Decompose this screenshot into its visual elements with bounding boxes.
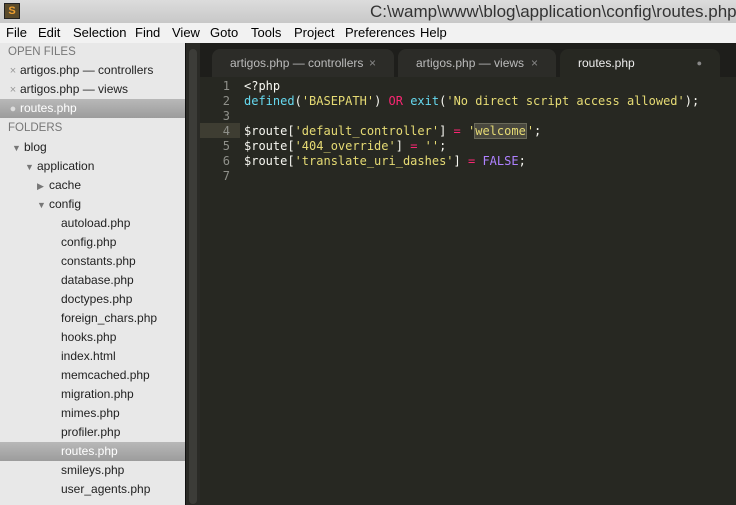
folder-cache[interactable]: ▶ cache — [0, 176, 185, 195]
folder-label: blog — [24, 140, 47, 154]
file-item[interactable]: foreign_chars.php — [0, 309, 185, 328]
title-bar: S C:\wamp\www\blog\application\config\ro… — [0, 0, 736, 23]
tab-bar: artigos.php — controllers × artigos.php —… — [200, 43, 736, 77]
open-file-label: routes.php — [20, 101, 77, 115]
line-number: 5 — [222, 139, 230, 153]
line-number: 4 — [222, 124, 230, 138]
menu-preferences[interactable]: Preferences — [345, 25, 415, 40]
menu-project[interactable]: Project — [294, 25, 334, 40]
file-item[interactable]: profiler.php — [0, 423, 185, 442]
menu-file[interactable]: File — [6, 25, 27, 40]
line-number: 6 — [222, 154, 230, 168]
expanded-arrow-icon: ▼ — [12, 143, 21, 153]
dirty-dot-icon[interactable]: ● — [697, 49, 702, 77]
window-title: C:\wamp\www\blog\application\config\rout… — [370, 2, 736, 21]
file-item[interactable]: doctypes.php — [0, 290, 185, 309]
expanded-arrow-icon: ▼ — [37, 200, 46, 210]
menu-help[interactable]: Help — [420, 25, 447, 40]
code-line-4: $route['default_controller'] = 'welcome'… — [244, 123, 542, 139]
line-number: 7 — [222, 169, 230, 183]
menu-tools[interactable]: Tools — [251, 25, 281, 40]
menu-selection[interactable]: Selection — [73, 25, 126, 40]
code-editor[interactable]: 1234567 <?php defined('BASEPATH') OR exi… — [200, 77, 736, 505]
file-item[interactable]: migration.php — [0, 385, 185, 404]
folders-header: FOLDERS — [8, 122, 63, 134]
open-files-header: OPEN FILES — [8, 46, 76, 58]
file-item[interactable]: config.php — [0, 233, 185, 252]
menu-bar: File Edit Selection Find View Goto Tools… — [0, 23, 736, 43]
tab-label: artigos.php — views — [416, 56, 525, 70]
collapsed-arrow-icon: ▶ — [37, 181, 44, 191]
open-file-label: artigos.php — controllers — [20, 63, 154, 77]
code-line-5: $route['404_override'] = ''; — [244, 139, 447, 153]
close-icon[interactable]: × — [369, 49, 376, 77]
folder-label: config — [49, 197, 82, 211]
folder-config[interactable]: ▼ config — [0, 195, 185, 214]
tab-label: artigos.php — controllers — [230, 56, 364, 70]
sidebar: OPEN FILES × artigos.php — controllers × a… — [0, 43, 185, 505]
close-icon[interactable]: × — [6, 62, 20, 81]
menu-goto[interactable]: Goto — [210, 25, 238, 40]
menu-edit[interactable]: Edit — [38, 25, 60, 40]
file-item[interactable]: autoload.php — [0, 214, 185, 233]
code-line-6: $route['translate_uri_dashes'] = FALSE; — [244, 154, 526, 168]
text-cursor: ' — [525, 124, 535, 138]
open-file-item-active[interactable]: ● routes.php — [0, 99, 185, 118]
open-file-item[interactable]: × artigos.php — controllers — [0, 61, 185, 80]
file-item[interactable]: routes.php — [0, 442, 185, 461]
tab-routes[interactable]: routes.php ● — [560, 49, 720, 77]
open-file-item[interactable]: × artigos.php — views — [0, 80, 185, 99]
menu-find[interactable]: Find — [135, 25, 160, 40]
line-number: 2 — [222, 94, 230, 108]
line-number: 3 — [222, 109, 230, 123]
folder-application[interactable]: ▼ application — [0, 157, 185, 176]
file-item[interactable]: constants.php — [0, 252, 185, 271]
sidebar-scrollbar[interactable] — [185, 43, 200, 505]
file-item[interactable]: mimes.php — [0, 404, 185, 423]
code-line-1: <?php — [244, 79, 281, 93]
file-item[interactable]: hooks.php — [0, 328, 185, 347]
tab-label: routes.php — [578, 56, 635, 70]
folder-blog[interactable]: ▼ blog — [0, 138, 185, 157]
file-item[interactable]: user_agents.php — [0, 480, 185, 499]
tab-artigos-controllers[interactable]: artigos.php — controllers × — [212, 49, 394, 77]
open-file-label: artigos.php — views — [20, 82, 129, 96]
close-icon[interactable]: × — [531, 49, 538, 77]
scrollbar-thumb[interactable] — [189, 49, 197, 504]
expanded-arrow-icon: ▼ — [25, 162, 34, 172]
line-number: 1 — [222, 79, 230, 93]
code-line-2: defined('BASEPATH') OR exit('No direct s… — [244, 94, 700, 108]
folder-label: application — [37, 159, 95, 173]
tab-artigos-views[interactable]: artigos.php — views × — [398, 49, 556, 77]
close-icon[interactable]: × — [6, 81, 20, 100]
menu-view[interactable]: View — [172, 25, 200, 40]
file-item[interactable]: index.html — [0, 347, 185, 366]
token: defined — [244, 94, 295, 108]
dirty-dot-icon: ● — [9, 103, 17, 115]
file-item[interactable]: memcached.php — [0, 366, 185, 385]
folder-label: cache — [49, 178, 82, 192]
app-icon: S — [4, 3, 20, 19]
highlighted-word: welcome — [474, 123, 527, 139]
file-item[interactable]: database.php — [0, 271, 185, 290]
file-item[interactable]: smileys.php — [0, 461, 185, 480]
